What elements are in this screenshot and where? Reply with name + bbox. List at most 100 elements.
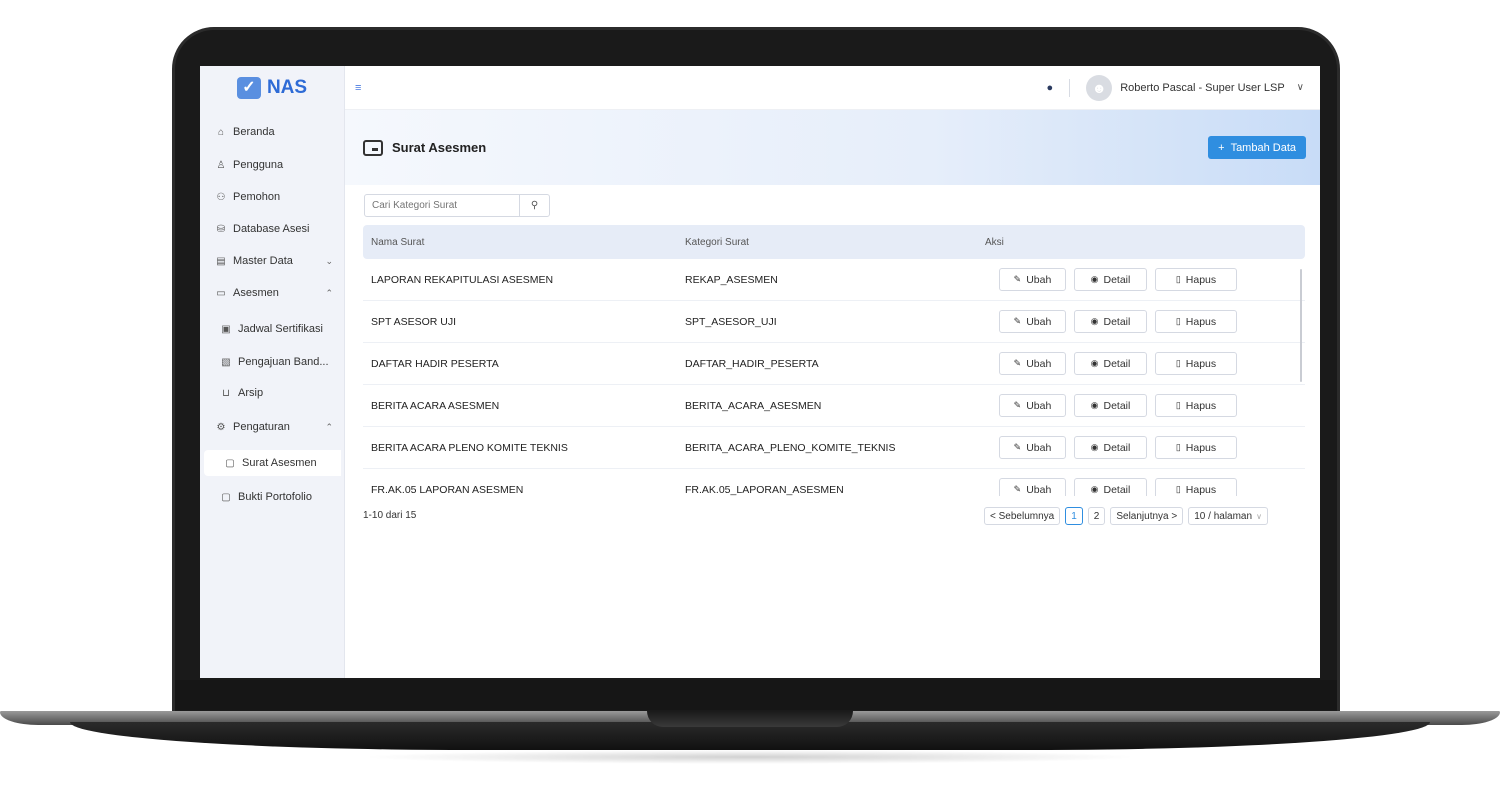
row-actions: ✎ Ubah ◉ Detail ▯ Hapus — [999, 268, 1237, 291]
edit-button[interactable]: ✎ Ubah — [999, 310, 1066, 333]
menu-icon[interactable]: ≡ — [355, 82, 361, 94]
sidebar-item-beranda[interactable]: ⌂ Beranda — [200, 119, 345, 145]
chevron-down-icon: ∨ — [1256, 511, 1262, 521]
add-data-label: Tambah Data — [1230, 141, 1296, 154]
page-size-select[interactable]: 10 / halaman ∨ — [1188, 507, 1268, 525]
edit-button[interactable]: ✎ Ubah — [999, 436, 1066, 459]
home-icon: ⌂ — [217, 126, 225, 138]
cell-nama-surat: SPT ASESOR UJI — [371, 315, 456, 328]
sidebar-item-label: Pengaturan — [233, 421, 290, 433]
detail-button[interactable]: ◉ Detail — [1074, 352, 1147, 375]
sidebar-item-bukti-portofolio[interactable]: ▢ Bukti Portofolio — [200, 484, 345, 510]
cell-nama-surat: BERITA ACARA PLENO KOMITE TEKNIS — [371, 441, 568, 454]
edit-label: Ubah — [1026, 441, 1052, 454]
edit-button[interactable]: ✎ Ubah — [999, 268, 1066, 291]
table-body: LAPORAN REKAPITULASI ASESMEN REKAP_ASESM… — [363, 259, 1305, 496]
sidebar-item-label: Master Data — [233, 255, 293, 267]
sidebar-item-asesmen[interactable]: ▭ Asesmen ⌃ — [200, 280, 345, 306]
add-data-button[interactable]: + Tambah Data — [1208, 136, 1306, 159]
sidebar-item-pemohon[interactable]: ⚇ Pemohon — [200, 184, 345, 210]
delete-button[interactable]: ▯ Hapus — [1155, 436, 1237, 459]
delete-button[interactable]: ▯ Hapus — [1155, 478, 1237, 496]
folder-icon: ▢ — [225, 457, 235, 469]
delete-label: Hapus — [1185, 483, 1217, 496]
sidebar-item-database-asesi[interactable]: ⛁ Database Asesi — [200, 216, 345, 242]
table-row: DAFTAR HADIR PESERTA DAFTAR_HADIR_PESERT… — [363, 343, 1305, 385]
page-title: Surat Asesmen — [392, 140, 487, 155]
folder-icon: ▢ — [221, 491, 231, 503]
edit-button[interactable]: ✎ Ubah — [999, 352, 1066, 375]
delete-label: Hapus — [1185, 273, 1217, 286]
delete-button[interactable]: ▯ Hapus — [1155, 394, 1237, 417]
delete-button[interactable]: ▯ Hapus — [1155, 310, 1237, 333]
delete-button[interactable]: ▯ Hapus — [1155, 352, 1237, 375]
pencil-icon: ✎ — [1013, 274, 1022, 284]
detail-button[interactable]: ◉ Detail — [1074, 478, 1147, 496]
row-actions: ✎ Ubah ◉ Detail ▯ Hapus — [999, 394, 1237, 417]
column-header-nama-surat: Nama Surat — [371, 236, 425, 248]
sidebar-item-pengguna[interactable]: ♙ Pengguna — [200, 152, 345, 178]
avatar: ☻ — [1086, 74, 1113, 101]
archive-icon: ▤ — [216, 255, 226, 267]
table-row: BERITA ACARA ASESMEN BERITA_ACARA_ASESME… — [363, 385, 1305, 427]
eye-icon: ◉ — [1090, 442, 1099, 452]
topbar-divider — [1069, 78, 1071, 97]
sidebar-item-arsip[interactable]: ⊔ Arsip — [200, 380, 345, 406]
bell-icon[interactable]: ● — [1047, 82, 1054, 94]
detail-button[interactable]: ◉ Detail — [1074, 268, 1147, 291]
detail-label: Detail — [1103, 357, 1131, 370]
sidebar-item-jadwal-sertifikasi[interactable]: ▣ Jadwal Sertifikasi — [200, 316, 345, 342]
laptop-shadow — [360, 750, 1140, 764]
sidebar-item-pengajuan-banding[interactable]: ▧ Pengajuan Band... — [200, 349, 345, 375]
prev-page-button[interactable]: < Sebelumnya — [984, 507, 1061, 525]
users-icon: ⚇ — [216, 191, 226, 203]
sidebar-item-label: Jadwal Sertifikasi — [238, 323, 323, 335]
sidebar-item-master-data[interactable]: ▤ Master Data ⌄ — [200, 248, 345, 274]
database-icon: ⛁ — [216, 223, 226, 235]
sidebar-item-label: Database Asesi — [233, 223, 310, 235]
table-row: LAPORAN REKAPITULASI ASESMEN REKAP_ASESM… — [363, 259, 1305, 301]
search-icon[interactable]: ⚲ — [519, 195, 549, 216]
search-input[interactable] — [365, 195, 520, 216]
edit-label: Ubah — [1026, 315, 1052, 328]
sidebar-item-pengaturan[interactable]: ⚙ Pengaturan ⌃ — [200, 414, 345, 440]
edit-button[interactable]: ✎ Ubah — [999, 394, 1066, 417]
sidebar-item-surat-asesmen[interactable]: ▢ Surat Asesmen — [204, 450, 341, 476]
delete-button[interactable]: ▯ Hapus — [1155, 268, 1237, 291]
next-page-button[interactable]: Selanjutnya > — [1110, 507, 1184, 525]
detail-button[interactable]: ◉ Detail — [1074, 310, 1147, 333]
edit-button[interactable]: ✎ Ubah — [999, 478, 1066, 496]
page-header: Surat Asesmen + Tambah Data — [345, 110, 1320, 185]
table-scrollbar[interactable] — [1300, 269, 1302, 382]
trash-icon: ▯ — [1175, 484, 1181, 494]
page-button-1[interactable]: 1 — [1065, 507, 1083, 525]
column-header-kategori-surat: Kategori Surat — [685, 236, 749, 248]
row-actions: ✎ Ubah ◉ Detail ▯ Hapus — [999, 352, 1237, 375]
logo-check-icon: ✓ — [236, 77, 261, 99]
user-icon: ♙ — [216, 159, 226, 171]
search-box: ⚲ — [364, 194, 550, 217]
table-row: SPT ASESOR UJI SPT_ASESOR_UJI ✎ Ubah ◉ Det… — [363, 301, 1305, 343]
sidebar-item-label: Pengajuan Band... — [238, 356, 329, 368]
logo[interactable]: ✓ NAS — [200, 66, 344, 110]
sidebar-item-label: Bukti Portofolio — [238, 491, 312, 503]
eye-icon: ◉ — [1090, 400, 1099, 410]
detail-label: Detail — [1103, 399, 1131, 412]
detail-label: Detail — [1103, 441, 1131, 454]
pencil-icon: ✎ — [1013, 484, 1022, 494]
cell-nama-surat: LAPORAN REKAPITULASI ASESMEN — [371, 273, 554, 286]
eye-icon: ◉ — [1090, 274, 1099, 284]
pencil-icon: ✎ — [1013, 358, 1022, 368]
trash-icon: ▯ — [1175, 442, 1181, 452]
row-actions: ✎ Ubah ◉ Detail ▯ Hapus — [999, 478, 1237, 496]
logo-text: NAS — [266, 77, 308, 98]
detail-button[interactable]: ◉ Detail — [1074, 394, 1147, 417]
user-menu[interactable]: ☻ Roberto Pascal - Super User LSP ∨ — [1086, 74, 1304, 101]
sidebar-item-label: Pengguna — [233, 159, 284, 171]
detail-button[interactable]: ◉ Detail — [1074, 436, 1147, 459]
cell-nama-surat: FR.AK.05 LAPORAN ASESMEN — [371, 483, 524, 496]
row-actions: ✎ Ubah ◉ Detail ▯ Hapus — [999, 310, 1237, 333]
chevron-down-icon: ⌄ — [325, 255, 333, 266]
page-button-2[interactable]: 2 — [1087, 507, 1106, 525]
pencil-icon: ✎ — [1013, 400, 1022, 410]
